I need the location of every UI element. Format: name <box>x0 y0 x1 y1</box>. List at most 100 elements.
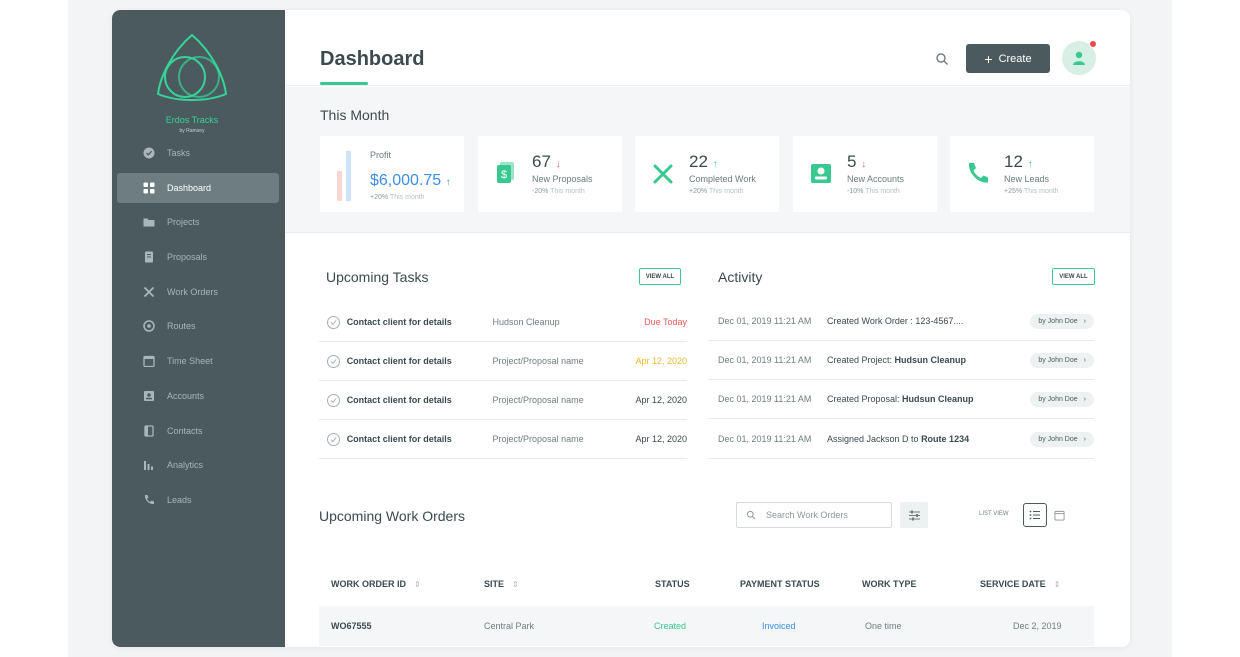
card-label: New Proposals <box>532 174 593 184</box>
task-row[interactable]: Contact client for details Project/Propo… <box>319 381 687 420</box>
card-label: Completed Work <box>689 174 756 184</box>
create-button[interactable]: + Create <box>966 44 1050 73</box>
filter-button[interactable] <box>900 502 928 528</box>
activity-row: Dec 01, 2019 11:21 AM Assigned Jackson D… <box>708 420 1094 459</box>
sidebar-item-label: Leads <box>167 494 192 505</box>
sidebar: Erdos Tracks by Ramsey Tasks Dashboard P… <box>112 10 285 647</box>
sidebar-item-proposals[interactable]: Proposals <box>117 242 279 272</box>
chevron-right-icon: › <box>1083 317 1086 325</box>
activity-view-all-button[interactable]: VIEW ALL <box>1052 268 1095 285</box>
completed-work-card[interactable]: 22 ↑ Completed Work +20% This month <box>635 136 779 212</box>
user-icon <box>1073 51 1085 65</box>
list-view-button[interactable] <box>1023 503 1047 527</box>
card-sub: -20% This month <box>532 188 585 195</box>
card-value: 67 ↓ <box>532 152 561 171</box>
task-row[interactable]: Contact client for details Hudson Cleanu… <box>319 303 687 342</box>
plus-icon: + <box>984 50 993 67</box>
sidebar-item-label: Work Orders <box>167 286 218 297</box>
card-sub: +20% This month <box>689 188 744 195</box>
activity-time: Dec 01, 2019 11:21 AM <box>718 394 812 404</box>
by-user-chip[interactable]: by John Doe › <box>1030 431 1094 447</box>
work-order-service-date: Dec 2, 2019 <box>1013 621 1062 631</box>
new-accounts-card[interactable]: 5 ↓ New Accounts -10% This month <box>793 136 937 212</box>
task-due: Apr 12, 2020 <box>635 395 687 405</box>
sidebar-item-label: Routes <box>167 321 196 332</box>
phone-icon <box>968 163 988 183</box>
task-title[interactable]: Contact client for details <box>347 356 493 366</box>
sidebar-item-contacts[interactable]: Contacts <box>117 416 279 446</box>
calendar-view-button[interactable] <box>1049 505 1069 525</box>
profit-card[interactable]: Profit $6,000.75 ↑ +20% This month <box>320 136 464 212</box>
search-icon <box>746 510 756 520</box>
sidebar-item-routes[interactable]: Routes <box>117 311 279 341</box>
column-header-site[interactable]: SITE ⇕ <box>484 579 519 589</box>
check-icon[interactable] <box>327 393 340 407</box>
sidebar-item-projects[interactable]: Projects <box>117 207 279 237</box>
tasks-view-all-button[interactable]: VIEW ALL <box>639 268 681 285</box>
activity-title: Activity <box>718 269 763 285</box>
card-sub: -10% This month <box>847 188 900 195</box>
proposals-card[interactable]: $ 67 ↓ New Proposals -20% This month <box>478 136 622 212</box>
activity-desc: Created Project: Hudsun Cleanup <box>827 355 967 365</box>
upcoming-work-orders-title: Upcoming Work Orders <box>319 508 466 524</box>
task-row[interactable]: Contact client for details Project/Propo… <box>319 342 687 381</box>
sidebar-item-analytics[interactable]: Analytics <box>117 450 279 480</box>
list-view-label: LIST VIEW <box>979 511 1009 517</box>
this-month-section: This Month Profit $6,000.75 ↑ +20% This … <box>285 87 1130 233</box>
app-window: Erdos Tracks by Ramsey Tasks Dashboard P… <box>112 10 1130 647</box>
task-due: Apr 12, 2020 <box>635 434 687 444</box>
sidebar-item-label: Contacts <box>167 425 203 436</box>
sidebar-nav: Tasks Dashboard Projects Proposals Work … <box>117 138 279 520</box>
grid-icon <box>143 182 155 194</box>
work-order-id[interactable]: WO67555 <box>331 621 372 631</box>
column-header-service-date[interactable]: SERVICE DATE ⇕ <box>980 579 1060 589</box>
card-label: New Accounts <box>847 174 905 184</box>
chevron-right-icon: › <box>1083 395 1086 403</box>
column-header-work-order-id[interactable]: WORK ORDER ID ⇕ <box>331 579 421 589</box>
search-placeholder: Search Work Orders <box>766 510 848 520</box>
task-title[interactable]: Contact client for details <box>347 434 493 444</box>
sidebar-item-tasks[interactable]: Tasks <box>117 138 279 168</box>
task-project: Project/Proposal name <box>492 434 584 444</box>
task-title[interactable]: Contact client for details <box>347 395 493 405</box>
calendar-icon <box>1053 510 1065 521</box>
sort-icon[interactable]: ⇕ <box>512 580 519 589</box>
sidebar-item-work-orders[interactable]: Work Orders <box>117 277 279 307</box>
sidebar-item-dashboard[interactable]: Dashboard <box>117 172 279 203</box>
check-icon[interactable] <box>327 315 340 329</box>
sort-icon[interactable]: ⇕ <box>1054 580 1061 589</box>
sidebar-item-leads[interactable]: Leads <box>117 485 279 515</box>
column-header-payment-status[interactable]: PAYMENT STATUS <box>740 579 820 589</box>
sidebar-item-label: Dashboard <box>167 182 212 193</box>
check-icon[interactable] <box>327 354 340 368</box>
column-header-work-type[interactable]: WORK TYPE <box>862 579 917 589</box>
logo-icon <box>156 33 228 101</box>
search-work-orders-field[interactable]: Search Work Orders <box>736 502 892 528</box>
by-user-chip[interactable]: by John Doe › <box>1030 313 1094 329</box>
card-value: 12 ↑ <box>1004 152 1033 171</box>
by-user-chip[interactable]: by John Doe › <box>1030 352 1094 368</box>
task-row[interactable]: Contact client for details Project/Propo… <box>319 420 687 459</box>
sidebar-item-label: Proposals <box>167 252 208 263</box>
title-underline <box>320 82 368 85</box>
card-sub: +25% This month <box>1004 188 1059 195</box>
sidebar-item-time-sheet[interactable]: Time Sheet <box>117 346 279 376</box>
sliders-icon <box>908 510 920 520</box>
table-row[interactable]: WO67555 Central Park Created Invoiced On… <box>319 606 1094 646</box>
sidebar-item-accounts[interactable]: Accounts <box>117 381 279 411</box>
sidebar-item-label: Tasks <box>167 148 191 158</box>
new-leads-card[interactable]: 12 ↑ New Leads +25% This month <box>950 136 1094 212</box>
search-icon[interactable] <box>935 52 949 66</box>
tools-icon <box>653 164 673 184</box>
activity-row: Dec 01, 2019 11:21 AM Created Proposal: … <box>708 380 1094 419</box>
card-label: Profit <box>370 150 392 160</box>
by-user-chip[interactable]: by John Doe › <box>1030 391 1094 407</box>
task-title[interactable]: Contact client for details <box>347 317 493 327</box>
column-header-status[interactable]: STATUS <box>655 579 690 589</box>
sort-icon[interactable]: ⇕ <box>414 580 421 589</box>
check-icon[interactable] <box>327 432 340 446</box>
folder-icon <box>143 216 155 228</box>
activity-row: Dec 01, 2019 11:21 AM Created Work Order… <box>708 302 1094 341</box>
check-circle-icon <box>143 147 155 159</box>
contacts-icon <box>143 424 155 437</box>
